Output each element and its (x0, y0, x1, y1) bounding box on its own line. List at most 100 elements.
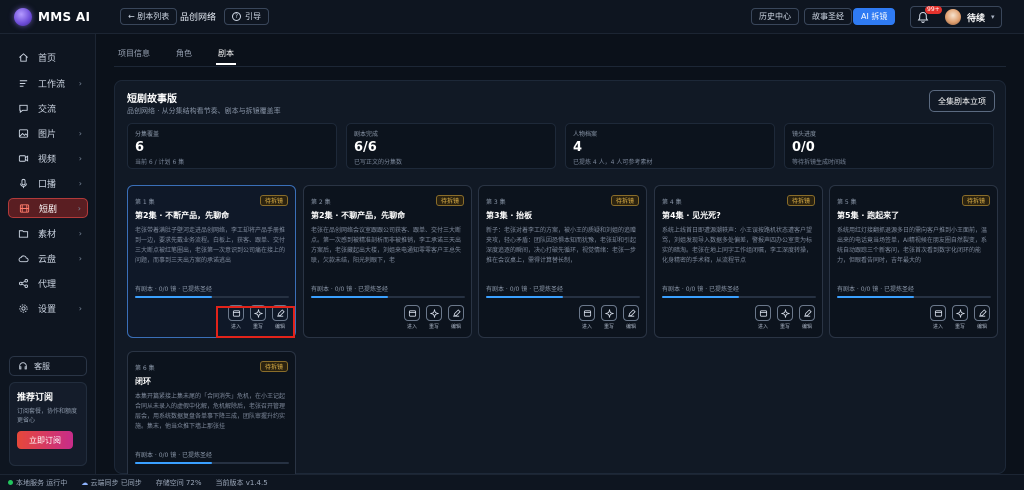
tab-characters[interactable]: 角色 (176, 48, 192, 65)
ai-storyboard-button[interactable]: AI 拆镜 (853, 8, 896, 25)
stat-note: 已提炼 4 人，4 人可参考素材 (573, 159, 653, 166)
guide-button[interactable]: ? 引导 (224, 8, 269, 25)
status-bar: 本地服务 运行中 ☁ 云端同步 已同步 存储空间 72% 当前版本 v1.4.5 (0, 474, 1024, 490)
rewrite-button[interactable]: 重写 (600, 305, 618, 330)
card-actions: 进入 重写 编辑 (929, 305, 991, 330)
sidebar-item-home[interactable]: 首页 (8, 47, 88, 67)
sparkle-icon (952, 305, 968, 321)
action-label: 进入 (932, 324, 943, 330)
episode-number: 第 3 集 (486, 199, 506, 206)
service-status-text: 本地服务 运行中 (16, 478, 68, 487)
sidebar-item-label: 短剧 (39, 204, 58, 215)
sidebar-item-voiceover[interactable]: 口播 › (8, 173, 88, 193)
story-bible-button[interactable]: 故事圣经 (804, 8, 852, 25)
episode-card[interactable]: 第 5 集 待拆镜 第5集 · 跑起来了 系统用红灯接翻抓退源多日的需向客户推到小王面… (829, 185, 998, 338)
sidebar-item-label: 视频 (38, 154, 57, 165)
all-episodes-script-button[interactable]: 全集剧本立项 (929, 90, 995, 112)
folder-icon (18, 229, 29, 238)
action-label: 进入 (757, 324, 768, 330)
edit-button[interactable]: 编辑 (447, 305, 465, 330)
share-icon (19, 278, 28, 288)
sidebar-item-chat[interactable]: 交流 (8, 98, 88, 118)
chevron-right-icon: › (78, 253, 82, 263)
subscribe-now-button[interactable]: 立即订阅 (17, 431, 73, 449)
user-name: 待续 (967, 13, 986, 24)
edit-button[interactable]: 编辑 (798, 305, 816, 330)
sidebar-item-video[interactable]: 视频 › (8, 148, 88, 168)
status-badge: 待拆镜 (259, 195, 288, 206)
episode-summary: 老张带着满肚子壁河走进品创网络，李工却将产品手册推到一边，要求先戴业务流程。白板… (135, 227, 286, 264)
action-label: 编辑 (450, 324, 461, 330)
sidebar-item-short-drama[interactable]: 短剧 › (8, 198, 88, 218)
tab-project-info[interactable]: 项目信息 (118, 48, 150, 65)
progress-fill (486, 296, 563, 298)
sidebar-item-image[interactable]: 图片 › (8, 123, 88, 143)
brain-logo-icon (14, 8, 32, 26)
enter-button[interactable]: 进入 (754, 305, 772, 330)
main-content: 项目信息 角色 剧本 短剧故事版 品创网络 · 从分集结构看节奏、剧本与拆镜覆盖… (96, 34, 1024, 490)
back-to-script-list-button[interactable]: ← 剧本列表 (120, 8, 178, 25)
episode-card[interactable]: 第 3 集 待拆镜 第3集 · 抬板 新子：老张对着李工的方案，被小王的质疑和刘姐的追… (478, 185, 647, 338)
edit-button[interactable]: 编辑 (622, 305, 640, 330)
chevron-down-icon: ▾ (991, 13, 995, 21)
avatar[interactable] (945, 9, 961, 25)
episode-card[interactable]: 第 2 集 待拆镜 第2集 · 不聊产品，先聊命 老张在品创网络会议室跟跟公司获客、跟… (303, 185, 472, 338)
chevron-right-icon: › (78, 228, 82, 238)
episode-summary: 系统用红灯接翻抓退源多日的需向客户推到小王面前，温出来的电话竟当场签单，AI精视… (837, 227, 988, 264)
episode-card[interactable]: 第 6 集 待拆镜 闭环 本集开篇紧接上集未尾的「合同消失」危机，在小王记起合同从未录… (127, 351, 296, 490)
sync-status: ☁ 云端同步 已同步 (81, 478, 141, 488)
history-center-button[interactable]: 历史中心 (751, 8, 799, 25)
episode-progress-bar (662, 296, 816, 298)
episode-progress-bar (486, 296, 640, 298)
storyboard-panel: 短剧故事版 品创网络 · 从分集结构看节奏、剧本与拆镜覆盖率 全集剧本立项 分集… (114, 80, 1006, 490)
sidebar-item-agent[interactable]: 代理 (8, 273, 88, 293)
customer-service-button[interactable]: 客服 (9, 356, 87, 376)
notification-bell[interactable]: 99+ (917, 6, 942, 23)
rewrite-button[interactable]: 重写 (776, 305, 794, 330)
episode-title: 第4集 · 见光死? (662, 211, 721, 220)
action-label: 进入 (581, 324, 592, 330)
sidebar-item-label: 口播 (38, 179, 57, 190)
enter-button[interactable]: 进入 (403, 305, 421, 330)
sidebar-item-settings[interactable]: 设置 › (8, 298, 88, 318)
edit-icon (448, 305, 464, 321)
sidebar-item-workflow[interactable]: 工作流 › (8, 73, 88, 93)
sidebar-item-label: 代理 (38, 279, 57, 290)
tabs-divider (114, 66, 1006, 67)
episode-meta: 有剧本 · 0/0 镜 · 已提炼圣经 (311, 286, 389, 293)
sidebar-item-assets[interactable]: 素材 › (8, 223, 88, 243)
status-badge: 待拆镜 (786, 195, 815, 206)
status-badge: 待拆镜 (259, 361, 288, 372)
status-badge: 待拆镜 (961, 195, 990, 206)
card-actions: 进入 重写 编辑 (754, 305, 816, 330)
action-label: 编辑 (625, 324, 636, 330)
chevron-right-icon: › (78, 78, 82, 88)
tab-script[interactable]: 剧本 (216, 48, 236, 65)
action-label: 重写 (779, 324, 790, 330)
episode-title: 第2集 · 不断产品，先聊命 (135, 211, 230, 220)
edit-button[interactable]: 编辑 (973, 305, 991, 330)
stat-value: 6/6 (354, 140, 377, 155)
help-icon: ? (232, 12, 241, 21)
app-root: MMS AI ← 剧本列表 品创网络 ? 引导 历史中心 故事圣经 AI 拆镜 … (0, 0, 1024, 490)
chevron-right-icon: › (78, 128, 82, 138)
episode-progress-bar (837, 296, 991, 298)
app-logo[interactable]: MMS AI (14, 8, 90, 26)
action-label: 重写 (428, 324, 439, 330)
rewrite-button[interactable]: 重写 (951, 305, 969, 330)
panel-title: 短剧故事版 (127, 94, 177, 105)
enter-button[interactable]: 进入 (578, 305, 596, 330)
stat-label: 镜头进度 (792, 131, 817, 138)
episode-card[interactable]: 第 4 集 待拆镜 第4集 · 见光死? 系统上线首日即遭源潮轶声：小王误按路机状态遭… (654, 185, 823, 338)
sidebar-item-cloud[interactable]: 云盘 › (8, 248, 88, 268)
episode-title: 闭环 (135, 377, 151, 386)
enter-button[interactable]: 进入 (929, 305, 947, 330)
video-icon (18, 154, 29, 162)
chevron-right-icon: › (77, 203, 81, 213)
stat-note: 当前 6 / 计划 6 集 (135, 159, 185, 166)
sidebar-item-label: 设置 (38, 304, 57, 315)
rewrite-button[interactable]: 重写 (425, 305, 443, 330)
home-icon (19, 52, 28, 62)
sparkle-icon (601, 305, 617, 321)
user-menu[interactable]: 99+ 待续 ▾ (910, 6, 1002, 28)
